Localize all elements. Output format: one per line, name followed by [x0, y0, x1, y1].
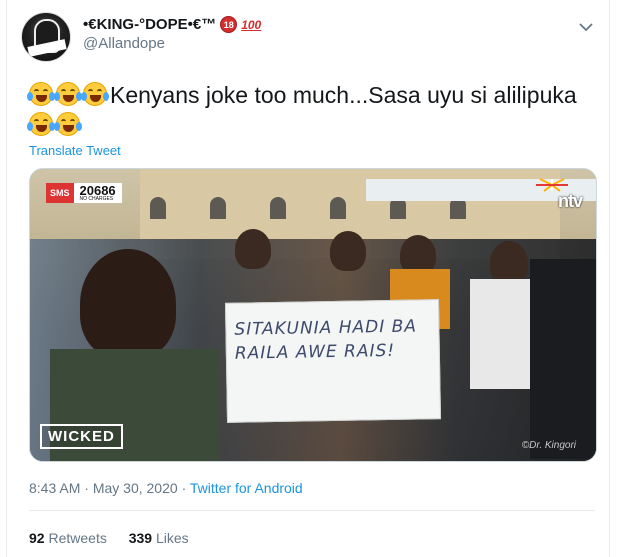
sign-line-1: SITAKUNIA HADI BA [234, 316, 418, 340]
meta-separator: · [181, 480, 187, 496]
photo-person-head [330, 231, 366, 271]
tweet-stats: 92 Retweets 339 Likes [29, 530, 207, 546]
photo-person-head [80, 249, 176, 359]
likes-stat[interactable]: 339 Likes [129, 530, 189, 546]
translate-tweet-link[interactable]: Translate Tweet [29, 143, 121, 158]
tweet-header: •€KING-°DOPE•€™ 18 100 @Allandope [21, 10, 595, 62]
avatar[interactable] [21, 12, 71, 62]
building-window [270, 197, 286, 219]
photo-person-head [235, 229, 271, 269]
tweet-card: •€KING-°DOPE•€™ 18 100 @Allandope Kenyan… [6, 0, 610, 557]
retweets-stat[interactable]: 92 Retweets [29, 530, 111, 546]
building-window [150, 197, 166, 219]
display-name[interactable]: •€KING-°DOPE•€™ 18 100 [83, 16, 261, 33]
tweet-media-image[interactable]: SITAKUNIA HADI BA RAILA AWE RAIS! SMS 20… [29, 168, 597, 462]
hundred-points-icon: 100 [241, 17, 262, 32]
building-window [330, 197, 346, 219]
tears-of-joy-emoji-icon [81, 82, 109, 106]
protest-sign: SITAKUNIA HADI BA RAILA AWE RAIS! [224, 299, 442, 423]
tweet-time[interactable]: 8:43 AM [29, 480, 80, 496]
tears-of-joy-emoji-icon [54, 82, 82, 106]
likes-count: 339 [128, 530, 153, 546]
user-handle[interactable]: @Allandope [83, 35, 261, 52]
age-18-badge-icon: 18 [220, 16, 238, 33]
tears-of-joy-emoji-icon [27, 82, 55, 106]
tweet-meta: 8:43 AM · May 30, 2020 · Twitter for And… [29, 480, 303, 496]
retweets-count: 92 [29, 530, 45, 546]
wicked-show-logo: WICKED [40, 424, 123, 449]
sms-code-note: NO CHARGES [79, 196, 114, 202]
sms-label: SMS [46, 183, 74, 203]
tweet-text: Kenyans joke too much...Sasa uyu si alil… [27, 80, 589, 140]
user-names[interactable]: •€KING-°DOPE•€™ 18 100 @Allandope [83, 16, 261, 52]
divider [29, 510, 595, 511]
tweet-text-body: Kenyans joke too much...Sasa uyu si alil… [110, 82, 577, 108]
photo-credit-watermark: ©Dr. Kingori [521, 440, 576, 451]
tweet-source-link[interactable]: Twitter for Android [190, 480, 303, 496]
display-name-text: •€KING-°DOPE•€™ [83, 16, 217, 33]
protest-sign-text: SITAKUNIA HADI BA RAILA AWE RAIS! [234, 315, 417, 366]
sign-line-2: RAILA AWE RAIS! [234, 340, 396, 364]
sms-shortcode-overlay: SMS 20686 NO CHARGES [46, 183, 122, 203]
tweet-date[interactable]: May 30, 2020 [93, 480, 178, 496]
building-window [210, 197, 226, 219]
photo-person-shirt [530, 259, 596, 459]
sms-code: 20686 NO CHARGES [73, 183, 122, 203]
tears-of-joy-emoji-icon [54, 112, 82, 136]
chevron-down-icon[interactable] [577, 18, 595, 36]
tears-of-joy-emoji-icon [27, 112, 55, 136]
meta-separator: · [84, 480, 89, 496]
likes-label: Likes [155, 530, 189, 546]
ntv-logo-text: ntv [558, 191, 583, 211]
retweets-label: Retweets [48, 530, 107, 546]
